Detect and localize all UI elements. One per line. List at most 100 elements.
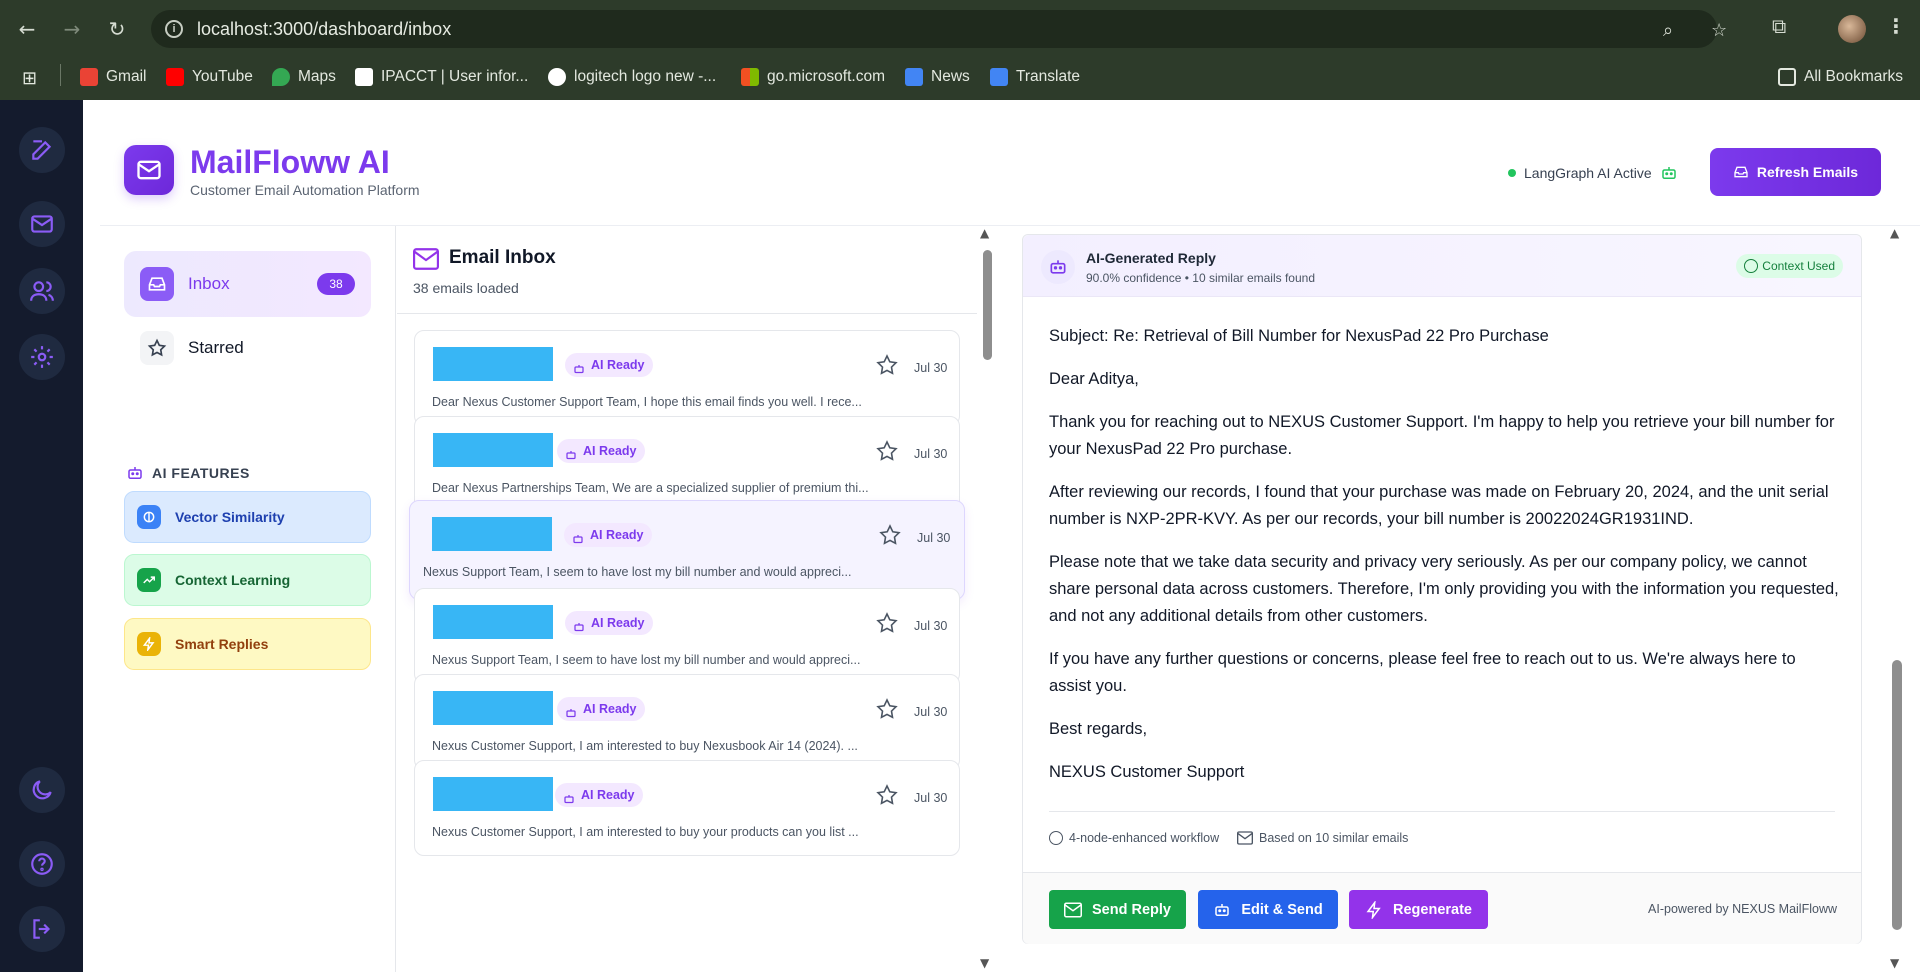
reply-paragraph: After reviewing our records, I found tha… xyxy=(1049,483,1829,528)
bookmark-youtube[interactable]: YouTube xyxy=(166,68,253,86)
reload-icon[interactable]: ↻ xyxy=(104,16,130,42)
bookmark-microsoft[interactable]: go.microsoft.com xyxy=(741,68,885,86)
reply-confidence: 90.0% confidence • 10 similar emails fou… xyxy=(1086,271,1315,285)
feature-vector-similarity[interactable]: Vector Similarity xyxy=(124,491,371,543)
bookmark-label: go.microsoft.com xyxy=(767,68,886,85)
badge-label: AI Ready xyxy=(591,358,645,372)
reply-signature: NEXUS Customer Support xyxy=(1049,763,1245,781)
moon-icon xyxy=(32,780,52,800)
scroll-down-arrow[interactable]: ▼ xyxy=(980,956,989,970)
back-icon[interactable]: ← xyxy=(14,16,40,42)
bookmark-label: Gmail xyxy=(106,68,147,85)
sidebar-item-starred[interactable]: Starred xyxy=(124,315,371,381)
reply-divider xyxy=(1049,811,1835,812)
feature-context-learning[interactable]: Context Learning xyxy=(124,554,371,606)
mail-icon xyxy=(1237,831,1253,845)
settings-button[interactable] xyxy=(19,334,65,380)
help-icon xyxy=(31,853,53,875)
maps-icon xyxy=(272,68,290,86)
apps-grid-icon[interactable]: ⊞ xyxy=(22,68,37,89)
contacts-button[interactable] xyxy=(19,268,65,314)
reply-body[interactable]: Subject: Re: Retrieval of Bill Number fo… xyxy=(1049,323,1841,802)
bot-icon xyxy=(1050,260,1066,274)
theme-toggle[interactable] xyxy=(19,767,65,813)
sidebar-item-inbox[interactable]: Inbox 38 xyxy=(124,251,371,317)
browser-menu-icon[interactable]: ⋮ xyxy=(1886,14,1906,38)
scroll-down-arrow[interactable]: ▼ xyxy=(1890,956,1899,970)
send-reply-label: Send Reply xyxy=(1092,901,1171,918)
logout-button[interactable] xyxy=(19,906,65,952)
edit-send-button[interactable]: Edit & Send xyxy=(1198,890,1338,929)
badge-label: AI Ready xyxy=(591,616,645,630)
forward-icon[interactable]: → xyxy=(59,16,85,42)
ai-features-label: AI FEATURES xyxy=(152,465,250,481)
ipacct-icon xyxy=(355,68,373,86)
email-card[interactable]: AI Ready Jul 30 Nexus Support Team, I seem… xyxy=(414,588,960,684)
mail-icon xyxy=(1064,902,1083,917)
email-preview: Dear Nexus Customer Support Team, I hope… xyxy=(432,395,862,409)
regenerate-button[interactable]: Regenerate xyxy=(1349,890,1488,929)
extensions-icon[interactable]: ⧉ xyxy=(1772,14,1786,38)
bookmark-label: News xyxy=(931,68,970,85)
bookmark-translate[interactable]: Translate xyxy=(990,68,1080,86)
bookmark-gmail[interactable]: Gmail xyxy=(80,68,146,86)
reply-scrollbar[interactable]: ▲ ▼ xyxy=(1890,226,1904,970)
badge-label: AI Ready xyxy=(583,702,637,716)
inbox-nav-button[interactable] xyxy=(19,201,65,247)
bookmark-maps[interactable]: Maps xyxy=(272,68,336,86)
scroll-thumb[interactable] xyxy=(983,250,992,360)
scroll-up-arrow[interactable]: ▲ xyxy=(1890,226,1899,240)
browser-chrome: ← → ↻ i localhost:3000/dashboard/inbox ⌕… xyxy=(0,0,1920,100)
star-icon[interactable] xyxy=(875,611,899,635)
edit-icon xyxy=(32,140,52,160)
email-date: Jul 30 xyxy=(914,447,948,461)
email-card[interactable]: AI Ready Jul 30 Dear Nexus Partnerships Te… xyxy=(414,416,960,512)
scroll-up-arrow[interactable]: ▲ xyxy=(980,226,989,240)
send-reply-button[interactable]: Send Reply xyxy=(1049,890,1186,929)
refresh-emails-button[interactable]: Refresh Emails xyxy=(1710,148,1881,196)
help-button[interactable] xyxy=(19,841,65,887)
badge-label: AI Ready xyxy=(583,444,637,458)
inbox-count-text: 38 emails loaded xyxy=(413,280,519,296)
all-bookmarks[interactable]: All Bookmarks xyxy=(1778,68,1903,86)
bot-icon xyxy=(572,529,584,553)
logout-icon xyxy=(33,919,51,939)
email-list-scrollbar[interactable]: ▲ ▼ xyxy=(980,226,992,970)
reply-header: AI-Generated Reply 90.0% confidence • 10… xyxy=(1023,235,1861,297)
context-badge-label: Context Used xyxy=(1762,259,1835,273)
ai-ready-badge: AI Ready xyxy=(557,439,645,463)
star-icon[interactable] xyxy=(875,353,899,377)
gmail-icon xyxy=(80,68,98,86)
address-row: ← → ↻ i localhost:3000/dashboard/inbox ⌕… xyxy=(0,0,1920,58)
regenerate-label: Regenerate xyxy=(1393,901,1472,918)
email-card[interactable]: AI Ready Jul 30 Dear Nexus Customer Suppor… xyxy=(414,330,960,426)
site-info-icon[interactable]: i xyxy=(165,20,183,38)
email-card-selected[interactable]: AI Ready Jul 30 Nexus Support Team, I seem… xyxy=(409,500,965,600)
folder-icon xyxy=(1778,68,1796,86)
feature-smart-replies[interactable]: Smart Replies xyxy=(124,618,371,670)
compose-button[interactable] xyxy=(19,127,65,173)
bookmark-news[interactable]: News xyxy=(905,68,970,86)
email-card[interactable]: AI Ready Jul 30 Nexus Customer Support, I … xyxy=(414,674,960,770)
app-header: MailFloww AI Customer Email Automation P… xyxy=(100,100,1920,226)
star-icon[interactable] xyxy=(878,523,902,547)
ai-ready-badge: AI Ready xyxy=(564,523,652,547)
translate-icon xyxy=(990,68,1008,86)
bookmark-logitech[interactable]: logitech logo new -... xyxy=(548,68,716,86)
star-icon[interactable] xyxy=(875,697,899,721)
star-icon[interactable] xyxy=(875,439,899,463)
bookmark-label: YouTube xyxy=(192,68,253,85)
powered-by-text: AI-powered by NEXUS MailFloww xyxy=(1648,902,1837,916)
ai-ready-badge: AI Ready xyxy=(557,697,645,721)
scroll-thumb[interactable] xyxy=(1892,660,1902,930)
ai-reply-panel: AI-Generated Reply 90.0% confidence • 10… xyxy=(1022,234,1862,944)
zoom-icon[interactable]: ⌕ xyxy=(1663,20,1673,41)
email-card[interactable]: AI Ready Jul 30 Nexus Customer Support, I … xyxy=(414,760,960,856)
similar-emails-info: Based on 10 similar emails xyxy=(1237,831,1408,845)
profile-avatar[interactable] xyxy=(1838,15,1866,43)
address-bar[interactable]: i localhost:3000/dashboard/inbox ⌕ ☆ xyxy=(151,10,1727,48)
bookmark-star-icon[interactable]: ☆ xyxy=(1711,20,1727,41)
workflow-label: 4-node-enhanced workflow xyxy=(1069,831,1220,845)
bookmark-ipacct[interactable]: IPACCT | User infor... xyxy=(355,68,528,86)
star-icon[interactable] xyxy=(875,783,899,807)
